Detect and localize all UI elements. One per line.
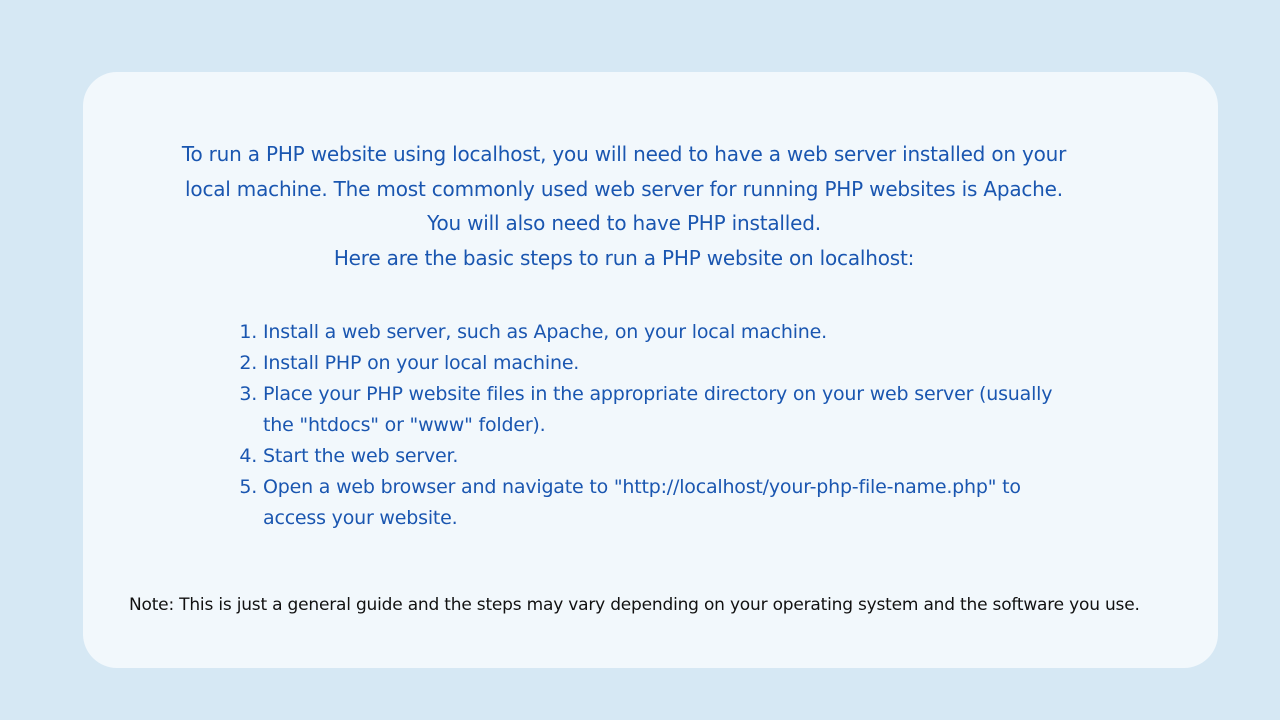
steps-list: Install a web server, such as Apache, on… bbox=[233, 317, 1063, 534]
intro-paragraph: To run a PHP website using localhost, yo… bbox=[181, 142, 1067, 235]
step-item-5: Open a web browser and navigate to "http… bbox=[263, 472, 1063, 534]
note-text: Note: This is just a general guide and t… bbox=[129, 595, 1140, 615]
intro-section: To run a PHP website using localhost, yo… bbox=[169, 137, 1079, 275]
intro-lead: Here are the basic steps to run a PHP we… bbox=[333, 245, 915, 270]
step-item-1: Install a web server, such as Apache, on… bbox=[263, 317, 1063, 348]
step-item-2: Install PHP on your local machine. bbox=[263, 348, 1063, 379]
step-item-4: Start the web server. bbox=[263, 441, 1063, 472]
step-item-3: Place your PHP website files in the appr… bbox=[263, 379, 1063, 441]
content-card: To run a PHP website using localhost, yo… bbox=[83, 72, 1218, 668]
